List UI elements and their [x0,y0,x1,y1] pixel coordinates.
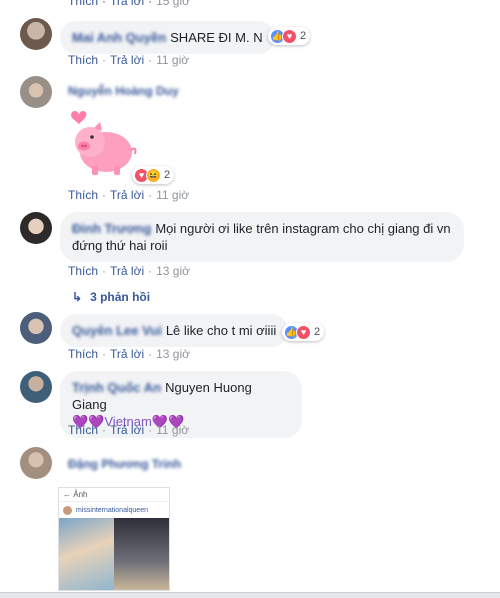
comment-time[interactable]: 15 giờ [156,0,190,8]
reaction-count: 2 [164,169,171,181]
comment-actions: Thích · Trả lời · 11 giờ [68,188,190,202]
comment-text: Lê like cho t mi ơiiii [165,323,277,338]
avatar[interactable] [20,212,52,244]
commenter-name[interactable]: Mai Anh Quyền [72,30,166,45]
photo-fullbody [114,518,169,590]
reply-link[interactable]: Trả lời [110,53,144,67]
pink-pig-sticker[interactable] [64,106,144,180]
avatar[interactable] [20,447,52,479]
love-reaction-icon: ♥ [282,28,297,44]
avatar[interactable] [20,312,52,344]
commenter-name[interactable]: Đinh Trương [72,221,151,236]
reaction-count: 2 [300,30,307,42]
attachment-user: missinternationalqueen [59,502,169,518]
comment-bubble: Mai Anh Quyền SHARE ĐI M. N [60,21,275,54]
commenter-name[interactable]: Trịnh Quốc An [72,380,161,395]
replies-count: 3 phản hồi [90,290,151,304]
reaction-summary[interactable]: 👍 ♥ 2 [268,27,311,45]
previous-comment-actions: Thích · Trả lời · 15 giờ [68,0,190,8]
reply-link[interactable]: Trả lời [110,423,144,437]
attached-screenshot[interactable]: ← Ảnh missinternationalqueen [58,487,170,591]
avatar[interactable] [20,76,52,108]
comment-time[interactable]: 11 giờ [156,53,189,67]
avatar [63,505,72,515]
comment-bubble: Quyên Lee Vui Lê like cho t mi ơiiii [60,314,289,347]
commenter-name[interactable]: Quyên Lee Vui [72,323,162,338]
photo-portrait [59,518,114,590]
attachment-images [59,518,169,590]
like-link[interactable]: Thích [68,264,98,278]
comment-actions: Thích · Trả lời · 11 giờ [68,53,190,67]
commenter-name-line: Nguyễn Hoàng Duy [68,84,183,98]
avatar[interactable] [20,371,52,403]
reply-link[interactable]: Trả lời [110,347,144,361]
comment-actions: Thích · Trả lời · 13 giờ [68,264,190,278]
comment-actions: Thích · Trả lời · 11 giờ [68,423,190,437]
comment-time[interactable]: 13 giờ [156,264,190,278]
commenter-name[interactable]: Đặng Phương Trinh [68,457,181,471]
like-link[interactable]: Thích [68,188,98,202]
attachment-header: ← Ảnh [59,488,169,502]
reply-link[interactable]: Trả lời [110,264,144,278]
like-link[interactable]: Thích [68,423,98,437]
reply-link[interactable]: Trả lời [110,188,144,202]
comment-time[interactable]: 13 giờ [156,347,190,361]
haha-reaction-icon: 😆 [146,167,161,183]
window-bottom-edge [0,592,500,598]
reaction-count: 2 [314,326,321,338]
reaction-summary[interactable]: ♥ 😆 2 [132,166,175,184]
reaction-summary[interactable]: 👍 ♥ 2 [282,323,325,341]
avatar[interactable] [20,18,52,50]
reply-link[interactable]: Trả lời [110,0,144,8]
reply-arrow-icon: ↳ [72,290,83,304]
like-link[interactable]: Thích [68,0,98,8]
commenter-name[interactable]: Nguyễn Hoàng Duy [68,84,179,98]
comment-actions: Thích · Trả lời · 13 giờ [68,347,190,361]
view-replies-link[interactable]: ↳ 3 phản hồi [72,290,150,304]
comment-time[interactable]: 11 giờ [156,188,189,202]
like-link[interactable]: Thích [68,347,98,361]
comment-bubble: Đinh Trương Mọi người ơi like trên instag… [60,212,464,262]
love-reaction-icon: ♥ [296,324,311,340]
commenter-name-line: Đặng Phương Trinh [68,457,185,471]
comment-text: SHARE ĐI M. N [170,30,263,45]
comment-time[interactable]: 11 giờ [156,423,189,437]
like-link[interactable]: Thích [68,53,98,67]
